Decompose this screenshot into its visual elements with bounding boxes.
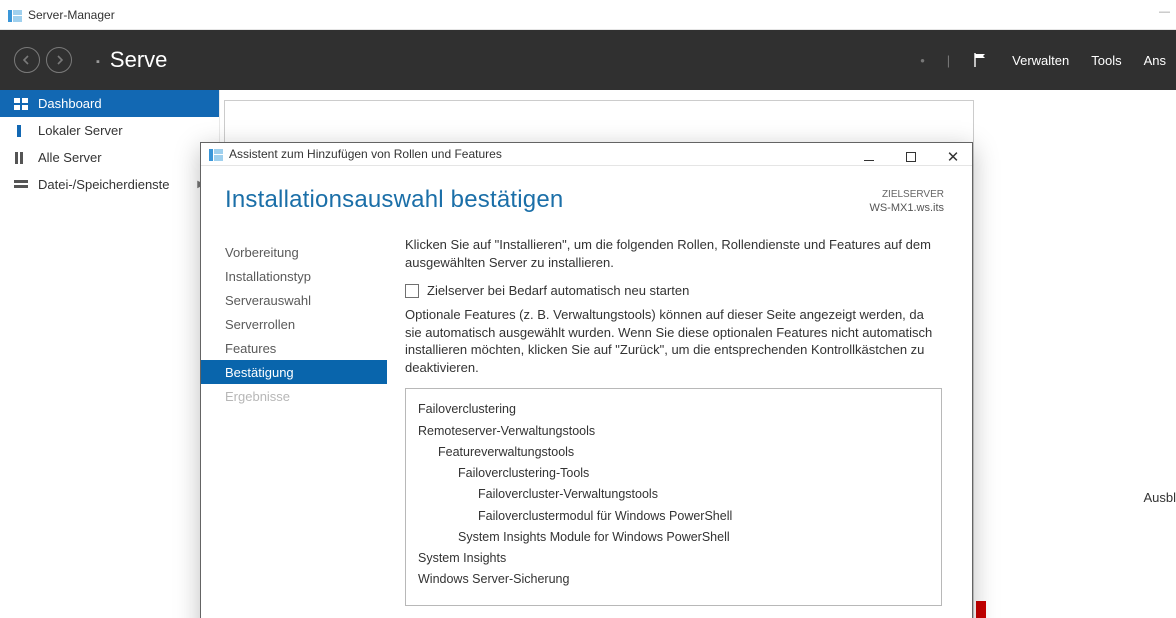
step-bestaetigung[interactable]: Bestätigung [201,360,387,384]
intro-text: Klicken Sie auf "Installieren", um die f… [405,236,942,271]
optional-note: Optionale Features (z. B. Verwaltungstoo… [405,306,942,376]
step-vorbereitung[interactable]: Vorbereitung [201,240,387,264]
header-bar: ▪ Serve • | Verwalten Tools Ans [0,30,1176,90]
destination-label: ZIELSERVER [869,188,944,202]
step-installationstyp[interactable]: Installationstyp [201,264,387,288]
sidebar-item-label: Alle Server [38,150,102,165]
auto-restart-checkbox[interactable] [405,284,419,298]
wizard-heading: Installationsauswahl bestätigen [225,186,563,214]
auto-restart-label: Zielserver bei Bedarf automatisch neu st… [427,283,689,298]
step-serverrollen[interactable]: Serverrollen [201,312,387,336]
sidebar-item-label: Dashboard [38,96,102,111]
sidebar-item-label: Datei-/Speicherdienste [38,177,170,192]
main-window-controls: — [1159,6,1170,18]
wizard-title: Assistent zum Hinzufügen von Rollen und … [229,147,502,161]
nav-forward-button[interactable] [46,47,72,73]
wizard-close-button[interactable]: ✕ [940,147,966,167]
header-menu: • | Verwalten Tools Ans [920,30,1166,90]
selection-item: Remoteserver-Verwaltungstools [418,421,929,442]
step-serverauswahl[interactable]: Serverauswahl [201,288,387,312]
selection-item: Featureverwaltungstools [418,442,929,463]
sidebar-item-alle-server[interactable]: Alle Server [0,144,219,171]
server-icon [14,125,28,137]
breadcrumb-bullet: ▪ [96,52,100,68]
server-manager-icon [8,9,22,21]
ausblenden-label[interactable]: Ausbl [1143,490,1176,505]
menu-ans[interactable]: Ans [1144,53,1166,68]
sidebar: Dashboard Lokaler Server Alle Server Dat… [0,90,220,618]
selection-item: System Insights Module for Windows Power… [418,527,929,548]
destination-server: ZIELSERVER WS-MX1.ws.its [869,186,944,216]
main-window-titlebar: Server-Manager — [0,0,1176,30]
wizard-titlebar: Assistent zum Hinzufügen von Rollen und … [201,143,972,166]
selection-item: System Insights [418,548,929,569]
destination-value: WS-MX1.ws.its [869,201,944,216]
wizard-maximize-button[interactable] [898,147,924,167]
selection-item: Failovercluster-Verwaltungstools [418,484,929,505]
step-features[interactable]: Features [201,336,387,360]
menu-verwalten[interactable]: Verwalten [1012,53,1069,68]
main-window-title: Server-Manager [28,8,115,22]
servers-icon [14,152,28,164]
dashboard-icon [14,98,28,110]
sidebar-item-lokaler-server[interactable]: Lokaler Server [0,117,219,144]
sidebar-item-dashboard[interactable]: Dashboard [0,90,219,117]
sidebar-item-label: Lokaler Server [38,123,123,138]
step-ergebnisse: Ergebnisse [201,384,387,408]
wizard-window: Assistent zum Hinzufügen von Rollen und … [200,142,973,618]
selection-item: Failoverclustering-Tools [418,463,929,484]
flag-icon[interactable] [972,51,990,69]
selection-item: Windows Server-Sicherung [418,569,929,590]
nav-back-button[interactable] [14,47,40,73]
server-manager-icon [209,148,223,160]
menu-tools[interactable]: Tools [1091,53,1121,68]
storage-icon [14,179,28,191]
selection-box: Failoverclustering Remoteserver-Verwaltu… [405,388,942,605]
sidebar-item-speicherdienste[interactable]: Datei-/Speicherdienste ▶ [0,171,219,198]
breadcrumb: Serve [110,47,167,73]
wizard-minimize-button[interactable] [856,147,882,167]
selection-item: Failoverclustering [418,399,929,420]
wizard-steps: Vorbereitung Installationstyp Serverausw… [201,232,387,618]
alert-strip [976,601,986,618]
selection-item: Failoverclustermodul für Windows PowerSh… [418,506,929,527]
wizard-content: Klicken Sie auf "Installieren", um die f… [387,232,972,618]
main-minimize-icon[interactable]: — [1159,6,1170,18]
